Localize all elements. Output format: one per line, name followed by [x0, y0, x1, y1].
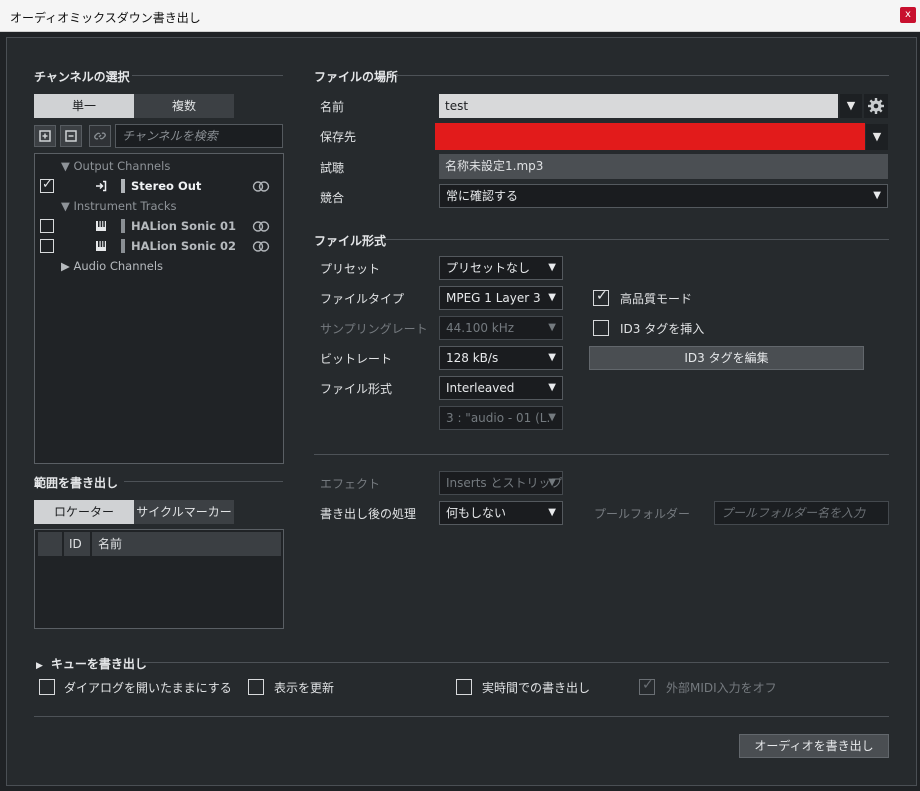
tree-item-halion1[interactable]: HALion Sonic 01: [131, 219, 236, 233]
edit-id3-button[interactable]: ID3 タグを編集: [589, 346, 864, 370]
effect-select: Inserts とストリップ ▼: [439, 471, 563, 495]
piano-icon: [96, 241, 106, 251]
pool-folder-input: プールフォルダー名を入力: [714, 501, 889, 525]
chevron-down-icon: ▼: [548, 322, 556, 333]
halion2-checkbox[interactable]: [40, 239, 54, 253]
collapse-all-icon[interactable]: [60, 125, 82, 147]
fileformat-label: ファイル形式: [320, 382, 393, 396]
tab-locator[interactable]: ロケーター: [34, 500, 134, 524]
queue-section[interactable]: ▶ キューを書き出し: [36, 655, 147, 672]
id3-checkbox[interactable]: [593, 320, 609, 336]
track-color-bar: [121, 179, 125, 193]
chevron-down-icon: ▼: [548, 262, 556, 273]
ext-midi-off-label: 外部MIDI入力をオフ: [666, 681, 777, 695]
hq-mode-label: 高品質モード: [620, 292, 693, 306]
tree-header-output[interactable]: ▼ Output Channels: [61, 159, 170, 173]
samplerate-select: 44.100 kHz ▼: [439, 316, 563, 340]
ext-midi-off-checkbox: ✓: [639, 677, 655, 695]
realtime-export-checkbox[interactable]: [456, 679, 472, 695]
after-export-label: 書き出し後の処理: [320, 507, 417, 521]
chevron-down-icon: ▼: [548, 477, 556, 488]
stereo-icon: [252, 181, 270, 192]
close-button[interactable]: x: [900, 7, 916, 23]
chevron-down-icon: ▼: [548, 382, 556, 393]
divider: [34, 716, 889, 717]
after-export-select[interactable]: 何もしない ▼: [439, 501, 563, 525]
range-table: ID 名前: [34, 529, 284, 629]
channel-select: 3 : "audio - 01 (L. ▼: [439, 406, 563, 430]
expand-all-icon[interactable]: [34, 125, 56, 147]
chevron-down-icon: ▼: [548, 292, 556, 303]
path-input[interactable]: [435, 123, 865, 150]
name-input[interactable]: test: [439, 94, 838, 118]
keep-open-label: ダイアログを開いたままにする: [64, 681, 232, 695]
path-dropdown-button[interactable]: ▼: [866, 124, 888, 150]
preview-label: 試聴: [320, 161, 345, 175]
link-icon[interactable]: [89, 125, 111, 147]
pool-folder-label: プールフォルダー: [594, 507, 691, 521]
table-header-id[interactable]: ID: [64, 532, 90, 556]
stereo-icon: [252, 221, 270, 232]
filetype-select[interactable]: MPEG 1 Layer 3 ▼: [439, 286, 563, 310]
bitrate-label: ビットレート: [320, 352, 393, 366]
chevron-down-icon: ▼: [548, 352, 556, 363]
divider: [124, 481, 283, 482]
divider: [396, 75, 889, 76]
hq-mode-checkbox[interactable]: ✓: [593, 288, 609, 306]
stereo-out-checkbox[interactable]: ✓: [40, 177, 54, 193]
channels-section-title: チャンネルの選択: [34, 70, 130, 84]
format-section-title: ファイル形式: [314, 234, 387, 248]
conflict-label: 競合: [320, 191, 345, 205]
chevron-down-icon: ▼: [873, 190, 881, 201]
divider: [132, 75, 283, 76]
fileformat-select[interactable]: Interleaved ▼: [439, 376, 563, 400]
location-section-title: ファイルの場所: [314, 70, 399, 84]
table-header-name[interactable]: 名前: [92, 532, 281, 556]
path-label: 保存先: [320, 130, 357, 144]
effect-label: エフェクト: [320, 477, 381, 491]
update-display-label: 表示を更新: [274, 681, 335, 695]
preset-label: プリセット: [320, 262, 381, 276]
bitrate-select[interactable]: 128 kB/s ▼: [439, 346, 563, 370]
range-section-title: 範囲を書き出し: [34, 476, 119, 490]
chevron-down-icon: ▼: [548, 507, 556, 518]
output-icon: [96, 180, 107, 192]
track-color-bar: [121, 219, 125, 233]
realtime-export-label: 実時間での書き出し: [482, 681, 591, 695]
gear-icon[interactable]: [864, 94, 888, 118]
preset-select[interactable]: プリセットなし ▼: [439, 256, 563, 280]
tree-item-stereo-out[interactable]: Stereo Out: [131, 179, 201, 193]
divider: [385, 239, 889, 240]
tab-single[interactable]: 単一: [34, 94, 134, 118]
tree-header-audio[interactable]: ▶ Audio Channels: [61, 259, 163, 273]
tree-header-instrument[interactable]: ▼ Instrument Tracks: [61, 199, 177, 213]
channel-search-input[interactable]: チャンネルを検索: [115, 124, 283, 148]
name-dropdown-button[interactable]: ▼: [840, 94, 862, 118]
preview-filename: 名称未設定1.mp3: [439, 154, 888, 179]
conflict-select[interactable]: 常に確認する ▼: [439, 184, 888, 208]
tab-cycle-marker[interactable]: サイクルマーカー: [134, 500, 234, 524]
title-bar: オーディオミックスダウン書き出し x: [0, 0, 920, 32]
export-audio-button[interactable]: オーディオを書き出し: [739, 734, 889, 758]
divider: [142, 662, 889, 663]
stereo-icon: [252, 241, 270, 252]
keep-open-checkbox[interactable]: [39, 679, 55, 695]
window-title: オーディオミックスダウン書き出し: [10, 11, 201, 25]
piano-icon: [96, 221, 106, 231]
chevron-down-icon: ▼: [548, 412, 556, 423]
track-color-bar: [121, 239, 125, 253]
tab-multiple[interactable]: 複数: [134, 94, 234, 118]
table-header-blank: [38, 532, 62, 556]
name-label: 名前: [320, 100, 345, 114]
divider: [314, 454, 889, 455]
filetype-label: ファイルタイプ: [320, 292, 405, 306]
halion1-checkbox[interactable]: [40, 219, 54, 233]
samplerate-label: サンプリングレート: [320, 322, 428, 336]
channel-tree: ▼ Output Channels ✓ Stereo Out ▼ Instrum…: [34, 153, 284, 464]
tree-item-halion2[interactable]: HALion Sonic 02: [131, 239, 236, 253]
id3-label: ID3 タグを挿入: [620, 322, 705, 336]
update-display-checkbox[interactable]: [248, 679, 264, 695]
